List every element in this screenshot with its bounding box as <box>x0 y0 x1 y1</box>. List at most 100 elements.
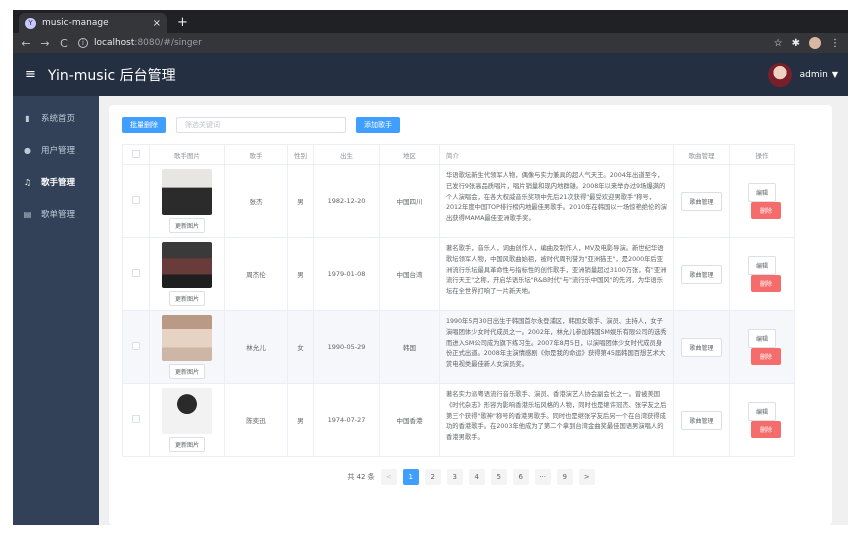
next-page-button[interactable]: > <box>578 469 595 485</box>
singer-region: 中国香港 <box>379 383 440 457</box>
browser-window: Y music-manage × + ← → C i localhost:808… <box>13 10 848 525</box>
pagination-total: 共 42 条 <box>347 473 375 481</box>
singer-region: 中国四川 <box>379 164 440 238</box>
profile-avatar-icon[interactable] <box>809 37 821 49</box>
header-actions: 操作 <box>729 144 795 165</box>
sidebar-item-home[interactable]: ▮ 系统首页 <box>13 102 99 134</box>
batch-delete-button[interactable]: 批量删除 <box>122 117 166 133</box>
singer-name: 陈奕迅 <box>224 383 288 457</box>
menu-collapse-icon[interactable]: ≡ <box>25 67 36 82</box>
header-birth: 出生 <box>313 144 380 165</box>
browser-tab[interactable]: Y music-manage × <box>19 13 167 33</box>
page-button[interactable]: 9 <box>556 469 573 485</box>
forward-icon[interactable]: → <box>40 37 50 50</box>
row-checkbox[interactable] <box>132 269 140 277</box>
extensions-icon[interactable]: ✱ <box>792 38 800 49</box>
more-pages-button[interactable]: ··· <box>534 469 551 485</box>
singer-card: 批量删除 筛选关键词 添加歌手 歌手图片 歌手 性别 出生 地区 简介 歌曲管理… <box>109 105 832 525</box>
reload-icon[interactable]: C <box>59 37 69 50</box>
header-song-manage: 歌曲管理 <box>673 144 730 165</box>
info-icon[interactable]: i <box>78 38 88 48</box>
back-icon[interactable]: ← <box>21 37 31 50</box>
header-intro: 简介 <box>439 144 674 165</box>
song-manage-button[interactable]: 歌曲管理 <box>681 337 722 357</box>
toolbar: 批量删除 筛选关键词 添加歌手 <box>122 117 820 133</box>
row-checkbox[interactable] <box>132 415 140 423</box>
update-image-button[interactable]: 更新图片 <box>168 218 205 233</box>
singer-name: 林允儿 <box>224 310 288 384</box>
edit-button[interactable]: 编辑 <box>747 402 776 421</box>
prev-page-button[interactable]: < <box>380 469 397 485</box>
sidebar-item-users[interactable]: ● 用户管理 <box>13 134 99 166</box>
singer-gender: 女 <box>287 310 314 384</box>
username[interactable]: admin <box>800 70 828 80</box>
tab-close-icon[interactable]: × <box>153 18 161 29</box>
page-button[interactable]: 3 <box>446 469 463 485</box>
app-header: ≡ Yin-music 后台管理 admin ▼ <box>13 53 848 96</box>
user-icon: ● <box>24 145 31 155</box>
update-image-button[interactable]: 更新图片 <box>168 437 205 452</box>
address-bar[interactable]: i localhost:8080/#/singer <box>78 35 765 51</box>
edit-button[interactable]: 编辑 <box>747 183 776 202</box>
select-all-checkbox[interactable] <box>132 149 140 158</box>
browser-tabbar: Y music-manage × + <box>13 10 848 33</box>
edit-button[interactable]: 编辑 <box>747 256 776 275</box>
song-manage-button[interactable]: 歌曲管理 <box>681 264 722 284</box>
singer-intro: 1990年5月30日出生于韩国首尔永登浦区，韩国女歌手、演员、主持人，女子演唱团… <box>446 318 667 369</box>
new-tab-icon[interactable]: + <box>177 15 188 30</box>
chevron-down-icon[interactable]: ▼ <box>832 70 838 79</box>
row-checkbox[interactable] <box>132 196 140 204</box>
bookmark-star-icon[interactable]: ☆ <box>774 38 783 49</box>
delete-button[interactable]: 删除 <box>750 202 781 219</box>
sidebar-item-label: 歌单管理 <box>41 210 76 220</box>
main-content: 批量删除 筛选关键词 添加歌手 歌手图片 歌手 性别 出生 地区 简介 歌曲管理… <box>99 96 848 525</box>
browser-menu-icon[interactable]: ⋮ <box>830 38 840 49</box>
table-row: 更新图片 周杰伦 男 1979-01-08 中国台湾 著名歌手，音乐人，词曲创作… <box>122 237 795 311</box>
edit-button[interactable]: 编辑 <box>747 329 776 348</box>
select-all-cell[interactable] <box>122 144 150 165</box>
page-button[interactable]: 6 <box>512 469 529 485</box>
header-gender: 性别 <box>287 144 314 165</box>
table-header-row: 歌手图片 歌手 性别 出生 地区 简介 歌曲管理 操作 <box>122 144 795 165</box>
singer-birth: 1974-07-27 <box>313 383 380 457</box>
song-manage-button[interactable]: 歌曲管理 <box>681 410 722 430</box>
singer-photo <box>162 242 212 288</box>
user-avatar[interactable] <box>767 62 792 87</box>
delete-button[interactable]: 删除 <box>750 421 781 438</box>
singer-birth: 1990-05-29 <box>313 310 380 384</box>
page-button[interactable]: 4 <box>468 469 485 485</box>
app-title: Yin-music 后台管理 <box>47 67 176 84</box>
bar-chart-icon: ▮ <box>25 113 30 123</box>
add-singer-button[interactable]: 添加歌手 <box>356 117 400 133</box>
singer-photo <box>162 169 212 215</box>
page-button[interactable]: 5 <box>490 469 507 485</box>
url-host: localhost <box>94 38 135 48</box>
row-checkbox[interactable] <box>132 342 140 350</box>
browser-toolbar: ← → C i localhost:8080/#/singer ☆ ✱ ⋮ <box>13 33 848 53</box>
singer-gender: 男 <box>287 237 314 311</box>
sidebar-item-label: 系统首页 <box>41 114 76 124</box>
update-image-button[interactable]: 更新图片 <box>168 291 205 306</box>
singer-gender: 男 <box>287 164 314 238</box>
sidebar: ▮ 系统首页 ● 用户管理 ♫ 歌手管理 ▤ 歌单管理 <box>13 96 99 525</box>
update-image-button[interactable]: 更新图片 <box>168 364 205 379</box>
delete-button[interactable]: 删除 <box>750 275 781 292</box>
singer-region: 韩国 <box>379 310 440 384</box>
search-input[interactable]: 筛选关键词 <box>176 117 346 133</box>
page-button[interactable]: 1 <box>402 469 419 485</box>
table-row: 更新图片 张杰 男 1982-12-20 中国四川 华语歌坛新生代领军人物，偶像… <box>122 164 795 238</box>
header-singer: 歌手 <box>224 144 288 165</box>
page-button[interactable]: 2 <box>424 469 441 485</box>
header-image: 歌手图片 <box>149 144 225 165</box>
sidebar-item-playlists[interactable]: ▤ 歌单管理 <box>13 198 99 230</box>
pagination: 共 42 条 < 1 2 3 4 5 6 ··· 9 > <box>122 469 820 485</box>
sidebar-item-label: 用户管理 <box>41 146 76 156</box>
document-icon: ▤ <box>23 209 32 219</box>
singer-table: 歌手图片 歌手 性别 出生 地区 简介 歌曲管理 操作 更新图片 张杰 男 19… <box>122 144 795 457</box>
song-manage-button[interactable]: 歌曲管理 <box>681 191 722 211</box>
singer-intro: 著名歌手，音乐人，词曲创作人，编曲及制作人，MV及电影导演。新世纪华语歌坛领军人… <box>446 245 667 296</box>
delete-button[interactable]: 删除 <box>750 348 781 365</box>
sidebar-item-singers[interactable]: ♫ 歌手管理 <box>13 166 99 198</box>
header-region: 地区 <box>379 144 440 165</box>
singer-name: 周杰伦 <box>224 237 288 311</box>
